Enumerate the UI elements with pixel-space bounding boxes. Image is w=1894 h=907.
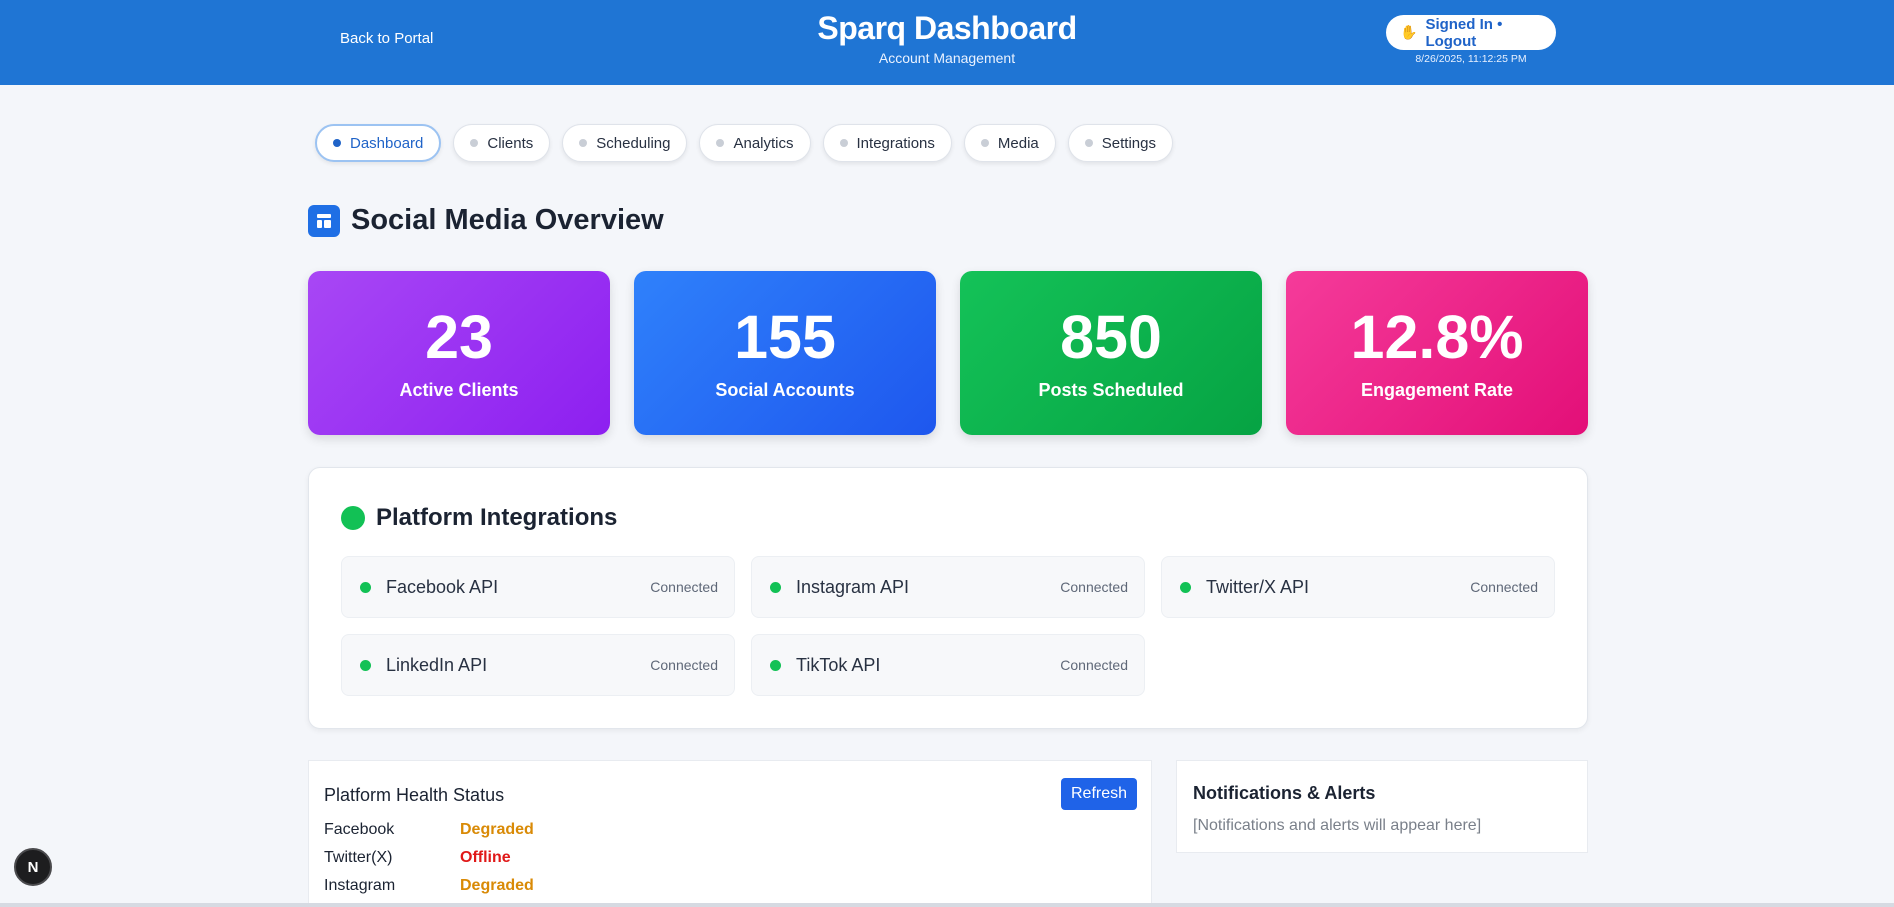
platform-health-panel: Platform Health Status Refresh Facebook … bbox=[308, 760, 1152, 907]
tab-scheduling[interactable]: Scheduling bbox=[562, 124, 688, 162]
connected-dot-icon bbox=[360, 581, 371, 593]
tab-label: Integrations bbox=[856, 134, 935, 152]
tab-settings[interactable]: Settings bbox=[1067, 124, 1173, 162]
app-subtitle: Account Management bbox=[878, 50, 1016, 66]
stat-label: Posts Scheduled bbox=[1038, 380, 1184, 400]
health-status: Degraded bbox=[460, 821, 534, 838]
integration-status: Connected bbox=[1060, 579, 1128, 595]
integration-name: TikTok API bbox=[796, 654, 881, 675]
tab-label: Media bbox=[997, 134, 1039, 152]
nav-tabs: Dashboard Clients Scheduling Analytics I… bbox=[315, 124, 1173, 162]
integration-status: Connected bbox=[1470, 579, 1538, 595]
connected-dot-icon bbox=[770, 581, 781, 593]
stat-label: Active Clients bbox=[399, 380, 519, 400]
stat-value: 12.8% bbox=[1350, 303, 1524, 371]
bottom-divider bbox=[0, 903, 1894, 907]
connected-dot-icon bbox=[1180, 581, 1191, 593]
stat-value: 23 bbox=[425, 303, 493, 371]
tab-dot-icon bbox=[579, 139, 588, 147]
notifications-empty-text: [Notifications and alerts will appear he… bbox=[1193, 817, 1482, 834]
waving-hand-icon: ✋ bbox=[1400, 24, 1418, 40]
integration-status: Connected bbox=[1060, 657, 1128, 673]
integrations-title: Platform Integrations bbox=[376, 504, 618, 531]
tab-dot-icon bbox=[716, 139, 725, 147]
integration-linkedin[interactable]: LinkedIn API Connected bbox=[341, 634, 735, 696]
stat-card-posts-scheduled: 850 Posts Scheduled bbox=[960, 271, 1262, 435]
health-status: Degraded bbox=[460, 877, 534, 894]
stat-value: 155 bbox=[734, 303, 836, 371]
integration-facebook[interactable]: Facebook API Connected bbox=[341, 556, 735, 618]
integration-tiktok[interactable]: TikTok API Connected bbox=[751, 634, 1145, 696]
health-title: Platform Health Status bbox=[324, 785, 505, 805]
page-title: Social Media Overview bbox=[351, 204, 664, 236]
integration-name: Facebook API bbox=[386, 576, 499, 597]
integration-twitter[interactable]: Twitter/X API Connected bbox=[1161, 556, 1555, 618]
notifications-title: Notifications & Alerts bbox=[1193, 783, 1376, 803]
stat-label: Social Accounts bbox=[715, 380, 855, 400]
connected-dot-icon bbox=[360, 659, 371, 671]
tab-label: Settings bbox=[1101, 134, 1156, 152]
tab-label: Dashboard bbox=[350, 134, 424, 152]
badge-label: N bbox=[27, 858, 39, 876]
signin-label: Signed In • Logout bbox=[1425, 15, 1503, 50]
health-status: Offline bbox=[460, 849, 511, 866]
tab-dot-icon bbox=[1084, 139, 1093, 147]
app-title: Sparq Dashboard bbox=[817, 10, 1077, 46]
tab-label: Clients bbox=[487, 134, 534, 152]
integration-status: Connected bbox=[650, 657, 718, 673]
tab-media[interactable]: Media bbox=[963, 124, 1056, 162]
health-platform: Facebook bbox=[324, 821, 395, 838]
dashboard-layout-icon bbox=[308, 204, 340, 237]
health-platform: Instagram bbox=[324, 877, 396, 894]
stat-card-engagement-rate: 12.8% Engagement Rate bbox=[1286, 271, 1588, 435]
top-header: Back to Portal Sparq Dashboard Account M… bbox=[0, 0, 1894, 85]
signin-logout-button[interactable]: ✋ Signed In • Logout bbox=[1386, 15, 1556, 50]
stat-label: Engagement Rate bbox=[1360, 380, 1514, 400]
integrations-heading: Platform Integrations bbox=[341, 504, 617, 532]
tab-label: Analytics bbox=[733, 134, 794, 152]
integration-name: Twitter/X API bbox=[1206, 576, 1310, 597]
tab-dot-icon bbox=[470, 139, 479, 147]
integration-instagram[interactable]: Instagram API Connected bbox=[751, 556, 1145, 618]
brand: Sparq Dashboard Account Management bbox=[0, 10, 1894, 66]
platform-integrations-panel: Platform Integrations Facebook API Conne… bbox=[308, 467, 1588, 729]
health-platform: Twitter(X) bbox=[324, 849, 393, 866]
overview-heading: Social Media Overview bbox=[308, 204, 664, 237]
next-dev-badge[interactable]: N bbox=[14, 848, 52, 886]
integration-name: Instagram API bbox=[796, 576, 910, 597]
tab-label: Scheduling bbox=[596, 134, 671, 152]
notifications-panel: Notifications & Alerts [Notifications an… bbox=[1176, 760, 1588, 853]
stat-card-active-clients: 23 Active Clients bbox=[308, 271, 610, 435]
tab-integrations[interactable]: Integrations bbox=[822, 124, 952, 162]
tab-clients[interactable]: Clients bbox=[453, 124, 551, 162]
integration-name: LinkedIn API bbox=[386, 654, 488, 675]
tab-dot-icon bbox=[980, 139, 989, 147]
stat-value: 850 bbox=[1060, 303, 1162, 371]
integration-status: Connected bbox=[650, 579, 718, 595]
timestamp: 8/26/2025, 11:12:25 PM bbox=[1415, 53, 1527, 65]
stat-card-social-accounts: 155 Social Accounts bbox=[634, 271, 936, 435]
connected-dot-icon bbox=[770, 659, 781, 671]
status-dot-icon bbox=[341, 506, 365, 530]
refresh-button[interactable]: Refresh bbox=[1061, 778, 1137, 810]
tab-analytics[interactable]: Analytics bbox=[699, 124, 811, 162]
tab-dot-icon bbox=[333, 139, 341, 147]
tab-dashboard[interactable]: Dashboard bbox=[315, 124, 442, 162]
tab-dot-icon bbox=[839, 139, 848, 147]
